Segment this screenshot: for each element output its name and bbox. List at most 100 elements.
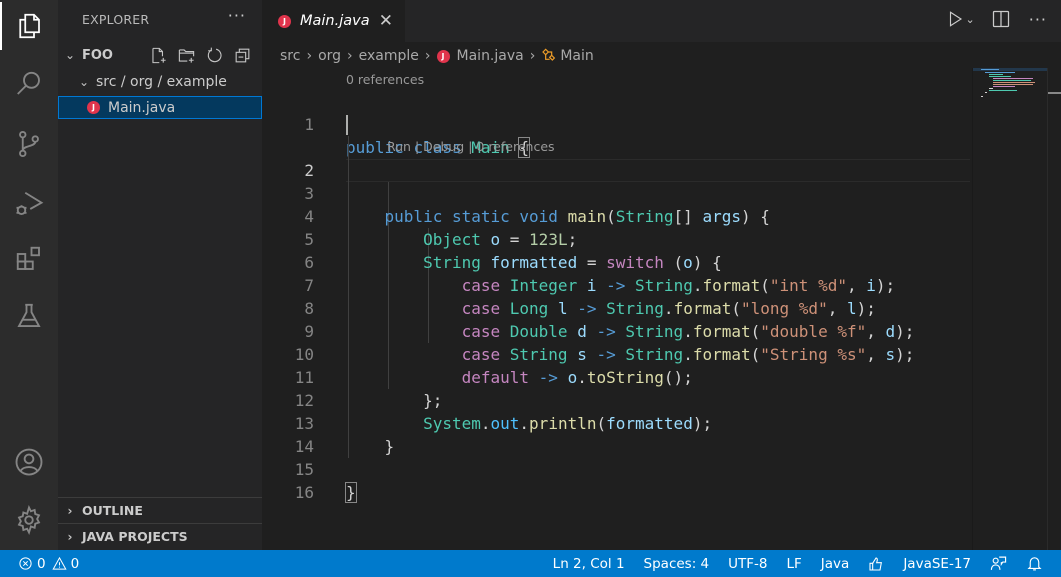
panel-java-projects[interactable]: › JAVA PROJECTS [58,523,262,549]
panel-outline-label: OUTLINE [82,503,143,518]
java-file-icon: J [87,101,100,114]
tree-file-main-java[interactable]: J Main.java [58,96,262,119]
panel-outline[interactable]: › OUTLINE [58,497,262,523]
tab-main-java[interactable]: J Main.java ✕ [262,0,405,42]
code-line-current: 2 [262,113,972,182]
code-line: 14 [262,412,972,456]
activity-manage[interactable] [0,496,58,544]
code-lens-references[interactable]: 0 references [346,70,424,90]
files-icon [19,13,40,39]
code-line: 5 String formatted = switch (o) { [262,205,972,272]
indentation[interactable]: Spaces: 4 [644,556,710,572]
close-icon[interactable]: ✕ [379,11,393,31]
code-line: 16 [262,458,972,502]
editor-area: J Main.java ✕ ⌄ ··· src › org › example … [262,0,1061,550]
activity-testing[interactable] [0,292,58,340]
flask-icon [17,303,41,327]
error-count: 0 [37,555,46,572]
minimap-preview [973,68,1048,97]
warning-count: 0 [70,555,80,572]
chevron-right-icon: › [306,48,313,64]
chevron-down-icon[interactable]: ⌄ [966,13,975,26]
chevron-down-icon: ⌄ [78,74,90,89]
code-line: 1 public class Main { [262,90,972,158]
explorer-sidebar: EXPLORER ··· ⌄ FOO ⌄ src / org / example… [58,0,262,550]
code-line: 10 default -> o.toString(); [262,320,972,387]
extensions-icon [16,246,40,270]
new-file-icon[interactable] [149,46,168,65]
chevron-down-icon: ⌄ [64,48,76,62]
java-runtime[interactable]: JavaSE-17 [903,556,971,572]
line-number: 16 [294,483,314,502]
collapse-all-icon[interactable] [233,46,252,65]
vertical-scrollbar[interactable] [1047,68,1061,550]
chevron-right-icon: › [424,48,431,64]
activity-bar [0,0,58,550]
end-of-line[interactable]: LF [787,556,802,572]
breadcrumb-item[interactable]: Main [560,48,593,64]
refresh-icon[interactable] [205,46,224,65]
chevron-right-icon: › [67,529,73,544]
code-line: 12 System.out.println(formatted); [262,366,972,433]
gear-icon [17,505,41,535]
tree-file-label: Main.java [108,99,176,116]
folder-header[interactable]: ⌄ FOO [58,44,262,66]
breadcrumb-item[interactable]: org [318,48,341,64]
panel-java-projects-label: JAVA PROJECTS [82,529,188,544]
code-line: 3 public static void main(String[] args)… [262,159,972,226]
source-control-icon [19,130,39,158]
tree-folder-src[interactable]: ⌄ src / org / example [58,70,262,93]
java-file-icon: J [278,14,291,28]
tab-label: Main.java [300,13,370,29]
tab-bar: J Main.java ✕ ⌄ ··· [262,0,1061,42]
breadcrumb-item[interactable]: src [280,48,300,64]
language-mode[interactable]: Java [821,556,850,572]
chevron-right-icon: › [67,503,73,518]
breadcrumb: src › org › example › J Main.java › Main [280,45,594,67]
editor-title-actions: ⌄ ··· [946,8,1061,30]
status-bar: 0 0 Ln 2, Col 1 Spaces: 4 UTF-8 LF Java … [0,550,1061,577]
text-cursor [346,115,348,135]
split-editor-icon[interactable] [991,9,1011,29]
minimap[interactable] [972,68,1048,550]
code-lens-run-debug[interactable]: Run | Debug | 0 references [387,137,555,157]
problems-indicator[interactable]: 0 0 [18,550,79,577]
encoding[interactable]: UTF-8 [728,556,767,572]
activity-extensions[interactable] [0,235,58,283]
search-icon [17,71,40,95]
code-text: } [345,482,357,503]
warning-icon [51,556,67,570]
code-line: 6 case Integer i -> String.format("int %… [262,228,972,295]
scrollbar-cursor-marker [1048,92,1061,94]
code-line: 13 } [262,389,972,456]
new-folder-icon[interactable] [177,46,196,65]
code-line: 4 Object o = 123L; [262,182,972,249]
sidebar-title: EXPLORER [82,12,150,27]
activity-accounts[interactable] [0,438,58,486]
activity-run-debug[interactable] [0,180,58,228]
activity-source-control[interactable] [0,120,58,168]
breadcrumb-item[interactable]: example [359,48,419,64]
run-debug-icon [16,191,44,215]
folder-name: FOO [82,47,113,63]
code-line: 15 } [262,435,972,503]
code-line: 7 case Long l -> String.format("long %d"… [262,251,972,318]
activity-search[interactable] [0,60,58,108]
breadcrumb-item[interactable]: Main.java [457,48,524,64]
code-line: 11 }; [262,343,972,410]
error-icon [19,557,32,570]
class-symbol-icon [542,48,556,61]
cursor-position[interactable]: Ln 2, Col 1 [553,556,625,572]
activity-explorer[interactable] [0,2,58,50]
code-line: 8 case Double d -> String.format("double… [262,274,972,341]
feedback-icon[interactable] [990,555,1007,572]
java-file-icon: J [436,49,450,63]
account-icon [15,448,43,476]
thumbs-up-icon[interactable] [868,556,884,572]
more-actions-icon[interactable]: ··· [1029,10,1047,29]
bell-icon[interactable] [1026,555,1043,572]
chevron-right-icon: › [529,48,536,64]
more-actions-button[interactable]: ··· [228,6,246,25]
run-icon[interactable] [946,8,964,30]
tree-folder-label: src / org / example [96,73,227,90]
